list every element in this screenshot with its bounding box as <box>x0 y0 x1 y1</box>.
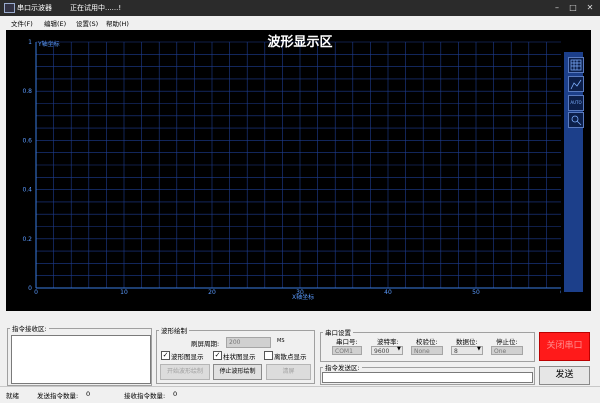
baud-label: 波特率: <box>377 338 399 346</box>
received-count-label: 接收指令数量: <box>124 392 166 400</box>
auto-scale-button[interactable]: AUTO <box>568 95 584 111</box>
y-tick-label: 1 <box>28 39 32 46</box>
close-port-button[interactable]: 关闭串口 <box>539 332 590 361</box>
menu-bar: 文件(F) 编辑(E) 设置(S) 帮助(H) <box>0 16 600 28</box>
maximize-button[interactable]: □ <box>566 2 580 13</box>
port-select[interactable]: COM1 <box>332 346 362 355</box>
checkbox-scatter[interactable] <box>264 351 273 360</box>
title-bar: 串口示波器 正在试用中......! – □ ✕ <box>0 0 600 16</box>
checkbox-waveform[interactable]: ✓ <box>161 351 170 360</box>
chart-title: 波形显示区 <box>267 34 332 50</box>
zoom-icon <box>571 115 582 126</box>
x-tick-label: 20 <box>208 289 216 296</box>
minimize-button[interactable]: – <box>550 2 564 13</box>
waveform-plot: 波形显示区Y轴坐标X轴坐标010203040506000.20.40.60.81 <box>22 34 561 300</box>
parity-select[interactable]: None <box>411 346 443 355</box>
trial-status: 正在试用中......! <box>70 4 122 12</box>
send-input[interactable] <box>322 372 533 383</box>
refresh-period-unit: MS <box>277 338 285 344</box>
port-label: 串口号: <box>336 338 358 346</box>
x-tick-label: 30 <box>296 289 304 296</box>
x-tick-label: 50 <box>472 289 480 296</box>
y-tick-label: 0.8 <box>22 88 32 95</box>
checkbox-waveform-label: 波形图显示 <box>171 353 204 361</box>
stopbits-label: 停止位: <box>496 338 518 346</box>
y-tick-label: 0.6 <box>22 137 32 144</box>
y-tick-label: 0.2 <box>22 236 32 243</box>
status-bar: 就绪 发送指令数量: 0 接收指令数量: 0 <box>0 386 600 403</box>
checkbox-bar-label: 柱状图显示 <box>223 353 256 361</box>
menu-settings[interactable]: 设置(S) <box>76 18 98 28</box>
auto-icon: AUTO <box>570 100 582 105</box>
grid-icon <box>570 59 582 71</box>
receive-textarea[interactable] <box>11 335 151 384</box>
grid-toggle-button[interactable] <box>568 57 584 73</box>
stop-draw-button[interactable]: 停止波形绘制 <box>213 364 262 380</box>
close-button[interactable]: ✕ <box>583 2 597 13</box>
app-title: 串口示波器 <box>17 4 52 12</box>
start-draw-button[interactable]: 开始波形绘制 <box>160 364 210 380</box>
menu-help[interactable]: 帮助(H) <box>106 18 129 28</box>
clear-screen-button[interactable]: 清屏 <box>266 364 311 380</box>
y-tick-label: 0 <box>28 285 32 292</box>
y-axis-label: Y轴坐标 <box>37 40 60 48</box>
x-tick-label: 60 <box>560 289 561 296</box>
y-tick-label: 0.4 <box>22 187 32 194</box>
x-tick-label: 10 <box>120 289 128 296</box>
received-count-value: 0 <box>173 390 178 398</box>
menu-file[interactable]: 文件(F) <box>11 18 33 28</box>
waveform-group-label: 波形绘制 <box>159 325 189 335</box>
chart-mode-button[interactable] <box>568 76 584 92</box>
baud-chevron-down-icon: ▼ <box>397 346 401 352</box>
send-button[interactable]: 发送 <box>539 366 590 385</box>
databits-chevron-down-icon: ▼ <box>477 346 481 352</box>
checkbox-bar[interactable]: ✓ <box>213 351 222 360</box>
status-ready: 就绪 <box>6 392 19 400</box>
checkbox-scatter-label: 离散点显示 <box>274 353 307 361</box>
stopbits-select[interactable]: One <box>491 346 523 355</box>
parity-label: 校验位: <box>416 338 438 346</box>
sent-count-label: 发送指令数量: <box>37 392 79 400</box>
chart-icon <box>570 79 582 90</box>
refresh-period-input[interactable]: 200 <box>226 337 271 348</box>
x-tick-label: 40 <box>384 289 392 296</box>
sent-count-value: 0 <box>86 390 91 398</box>
zoom-button[interactable] <box>568 112 584 128</box>
databits-label: 数据位: <box>456 338 478 346</box>
menu-edit[interactable]: 编辑(E) <box>44 18 66 28</box>
receive-group-label: 指令接收区: <box>10 323 49 333</box>
x-tick-label: 0 <box>34 289 38 296</box>
waveform-display: 波形显示区Y轴坐标X轴坐标010203040506000.20.40.60.81 <box>6 30 591 311</box>
refresh-period-label: 刷屏周期: <box>191 340 220 348</box>
send-group-label: 指令发送区: <box>323 362 362 372</box>
app-icon <box>4 3 15 13</box>
